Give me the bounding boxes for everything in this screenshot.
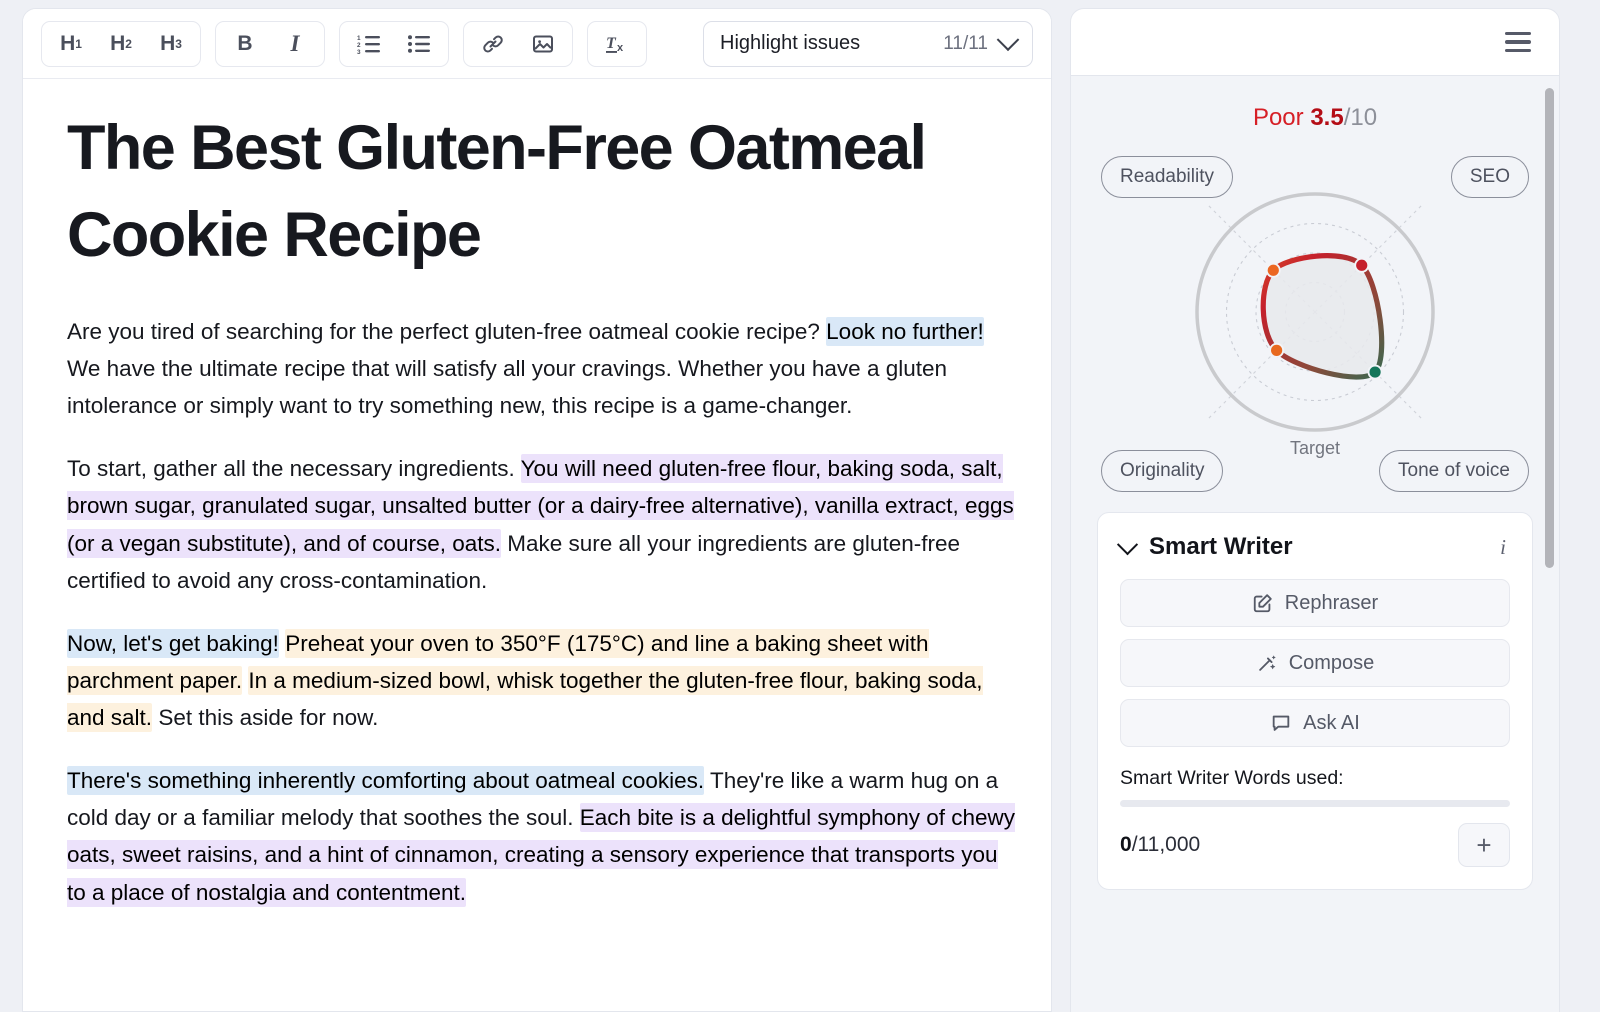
editor-toolbar: H1 H2 H3 B I 1 2 3 T x Highlight issues … (23, 9, 1051, 79)
bullet-list-icon[interactable] (394, 25, 444, 63)
clear-format-group: T x (587, 20, 647, 67)
score-max: /10 (1343, 104, 1378, 131)
score-value: 3.5 (1310, 104, 1344, 131)
metric-pill-originality[interactable]: Originality (1101, 450, 1224, 492)
ask-ai-label: Ask AI (1303, 711, 1360, 734)
chevron-down-icon (996, 27, 1020, 51)
svg-text:T: T (606, 35, 617, 52)
smart-writer-words-label: Smart Writer Words used: (1120, 767, 1344, 789)
h2-button[interactable]: H2 (96, 25, 146, 63)
page-title: The Best Gluten-Free Oatmeal Cookie Reci… (67, 113, 927, 270)
magic-wand-icon (1256, 652, 1278, 674)
sidebar-scrollbar[interactable] (1545, 88, 1554, 568)
h1-subscript: 1 (75, 36, 82, 51)
smart-writer-title: Smart Writer (1149, 533, 1293, 560)
info-icon[interactable]: i (1496, 535, 1510, 560)
chevron-down-icon[interactable] (1116, 533, 1139, 555)
smart-writer-header: Smart Writer i (1116, 533, 1510, 561)
text-segment: To start, gather all the necessary ingre… (67, 456, 521, 482)
highlight-issues-select[interactable]: Highlight issues 11/11 (703, 20, 1033, 67)
h2-subscript: 2 (125, 36, 132, 51)
smart-writer-words-count: 0/11,000 (1120, 833, 1458, 857)
add-words-button[interactable]: + (1458, 823, 1510, 867)
highlight-blue[interactable]: Now, let's get baking! (67, 628, 279, 658)
chat-bubble-icon (1270, 712, 1292, 734)
italic-button[interactable]: I (270, 25, 320, 63)
document-paragraph: Now, let's get baking! Preheat your oven… (67, 625, 1017, 736)
svg-text:3: 3 (357, 49, 361, 55)
sidebar-body: Poor 3.5/10 Readability SEO Originality … (1070, 76, 1560, 1012)
svg-text:1: 1 (357, 35, 361, 42)
text-segment: We have the ultimate recipe that will sa… (67, 356, 948, 419)
document-paragraph: To start, gather all the necessary ingre… (67, 450, 1017, 599)
clear-formatting-icon[interactable]: T x (592, 25, 642, 63)
score-radar-chart: Readability SEO Originality Tone of voic… (1097, 138, 1533, 498)
compose-label: Compose (1288, 651, 1375, 674)
document-paragraph: Are you tired of searching for the perfe… (67, 313, 1017, 424)
document-editor[interactable]: The Best Gluten-Free Oatmeal Cookie Reci… (23, 79, 1051, 1011)
smart-writer-progress-bar (1120, 800, 1510, 807)
words-used: 0 (1120, 833, 1132, 856)
highlight-issues-label: Highlight issues (720, 32, 861, 54)
insert-group (463, 20, 573, 67)
edit-pencil-square-icon (1252, 592, 1274, 614)
document-paragraphs: Are you tired of searching for the perfe… (67, 313, 1017, 911)
text-style-group: B I (215, 20, 325, 67)
app-root: H1 H2 H3 B I 1 2 3 T x Highlight issues … (0, 0, 1600, 1012)
metric-pill-tone-of-voice[interactable]: Tone of voice (1379, 450, 1529, 492)
hamburger-menu-icon[interactable] (1499, 26, 1537, 58)
smart-writer-card: Smart Writer i Rephraser Compose Ask AI … (1097, 512, 1533, 890)
score-rating: Poor (1252, 104, 1304, 131)
heading-button-group: H1 H2 H3 (41, 20, 201, 67)
sidebar-header (1070, 8, 1560, 76)
h1-button[interactable]: H1 (46, 25, 96, 63)
svg-text:x: x (617, 42, 624, 54)
radar-svg (1195, 192, 1435, 432)
compose-button[interactable]: Compose (1120, 639, 1510, 687)
content-score: Poor 3.5/10 (1097, 104, 1533, 132)
document-paragraph: There's something inherently comforting … (67, 762, 1017, 911)
analysis-sidebar: Poor 3.5/10 Readability SEO Originality … (1070, 8, 1560, 1012)
radar-target-label: Target (1289, 438, 1341, 458)
editor-card: H1 H2 H3 B I 1 2 3 T x Highlight issues … (22, 8, 1052, 1012)
words-total: /11,000 (1131, 833, 1201, 856)
rephraser-label: Rephraser (1284, 591, 1379, 614)
highlight-blue[interactable]: Look no further! (826, 316, 984, 346)
svg-text:2: 2 (357, 42, 361, 49)
rephraser-button[interactable]: Rephraser (1120, 579, 1510, 627)
highlight-blue[interactable]: There's something inherently comforting … (67, 766, 705, 796)
link-icon[interactable] (468, 25, 518, 63)
text-segment: Are you tired of searching for the perfe… (67, 318, 827, 344)
ordered-list-icon[interactable]: 1 2 3 (344, 25, 394, 63)
h3-subscript: 3 (175, 36, 182, 51)
h3-button[interactable]: H3 (146, 25, 196, 63)
highlight-issues-count: 11/11 (943, 32, 988, 54)
image-icon[interactable] (518, 25, 568, 63)
ask-ai-button[interactable]: Ask AI (1120, 699, 1510, 747)
bold-button[interactable]: B (220, 25, 270, 63)
list-group: 1 2 3 (339, 20, 449, 67)
text-segment: Set this aside for now. (152, 705, 379, 730)
smart-writer-words-row: 0/11,000 + (1120, 823, 1510, 867)
